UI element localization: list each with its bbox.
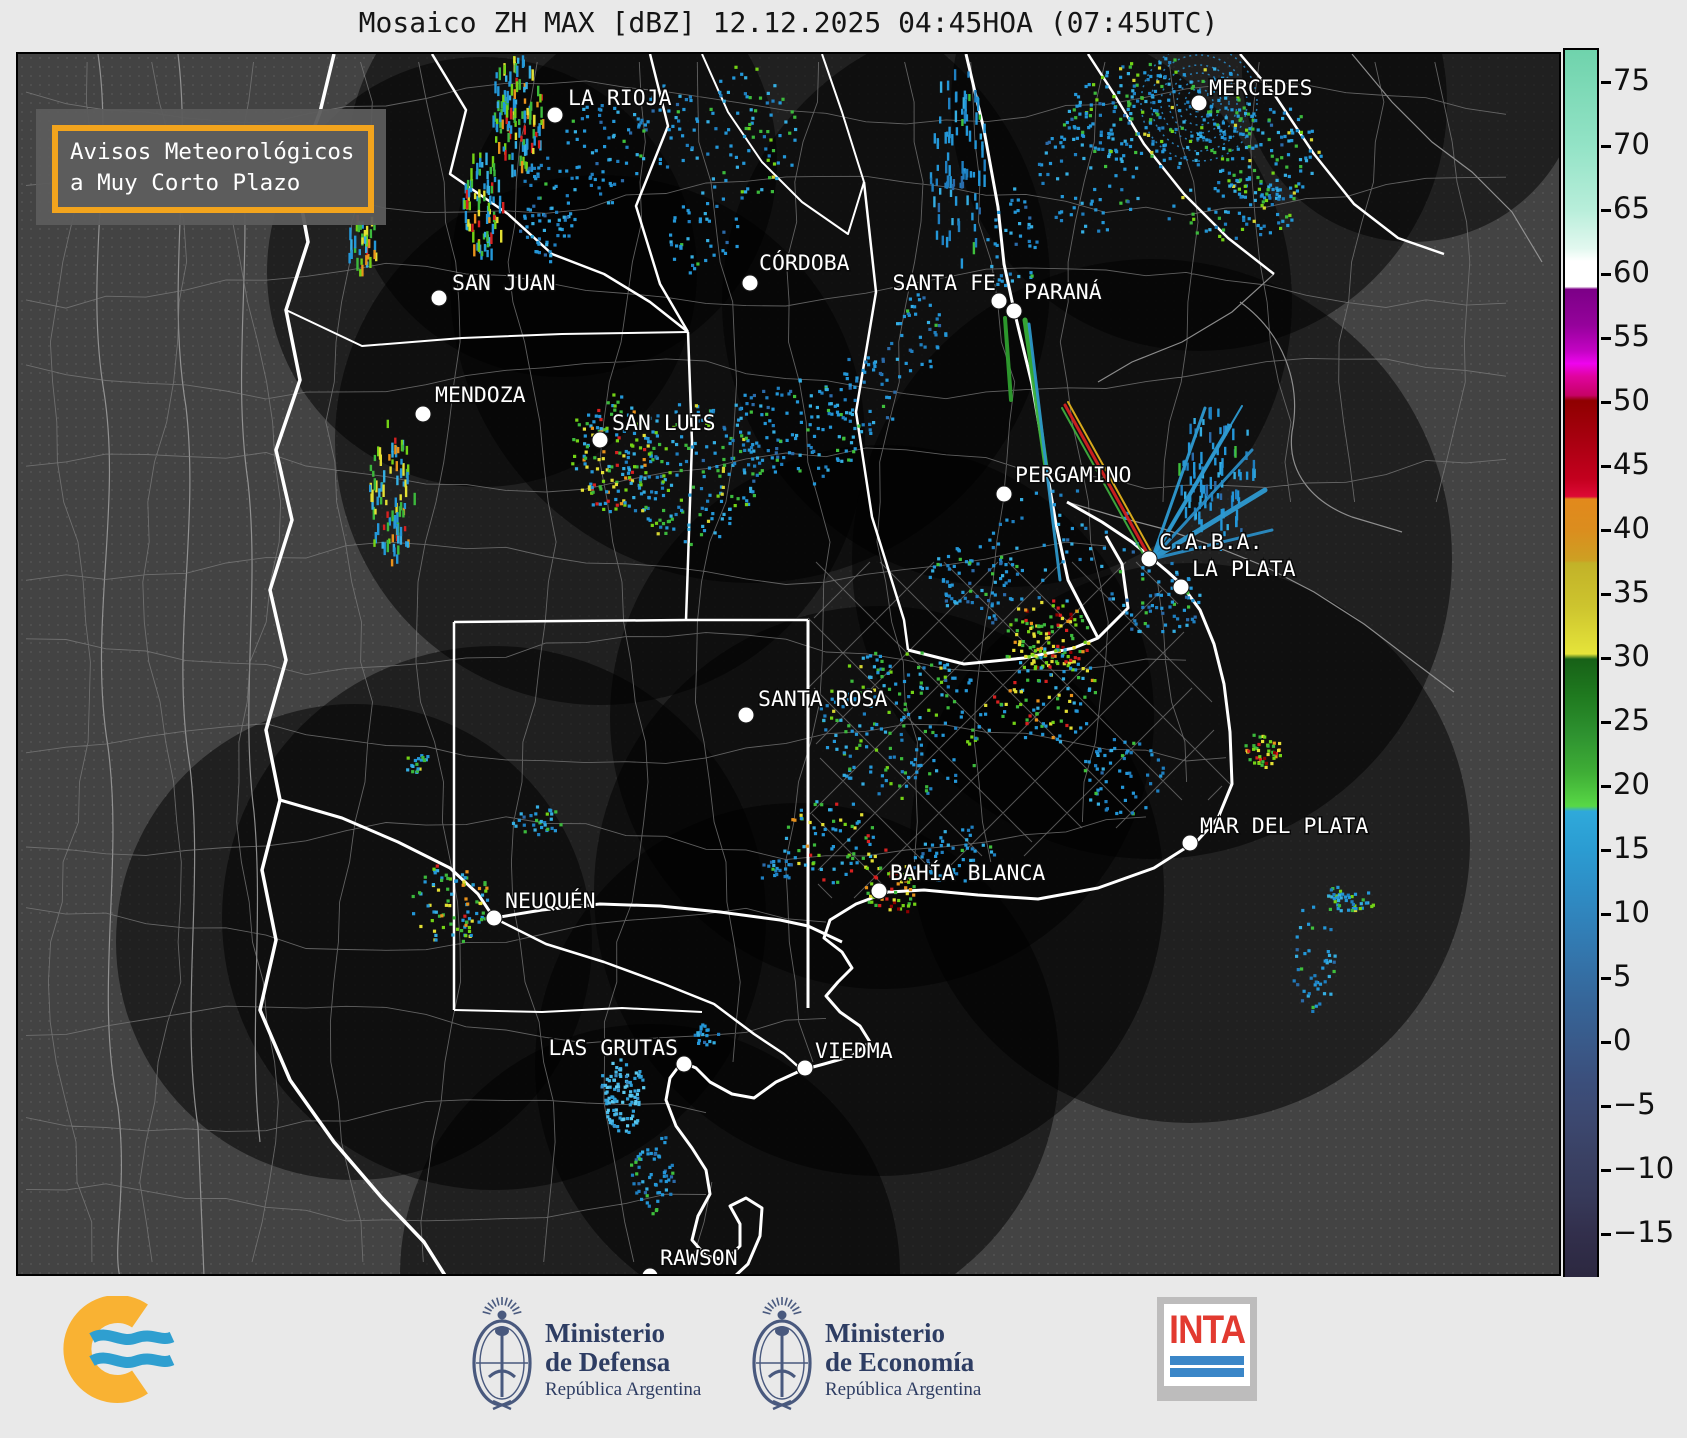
colorbar-tick-label: −10 [1613, 1151, 1675, 1185]
colorbar-tick-label: 75 [1613, 63, 1650, 97]
inta-logo: INTA [1157, 1297, 1257, 1401]
colorbar-tick-label: 0 [1613, 1023, 1632, 1057]
city-dot [414, 405, 432, 423]
warning-badge-line1: Avisos Meteorológicos [70, 139, 355, 165]
defensa-line1: Ministerio [545, 1318, 665, 1348]
colorbar-tick [1601, 977, 1611, 980]
city-label: SANTA ROSA [758, 687, 887, 712]
inta-bar-1 [1170, 1356, 1244, 1365]
city-dot [737, 706, 755, 724]
colorbar-tick [1601, 1233, 1611, 1236]
city-dot [796, 1059, 814, 1077]
smn-logo-icon [63, 1296, 175, 1403]
colorbar-tick [1601, 337, 1611, 340]
ministerio-defensa-label: Ministerio de Defensa República Argentin… [545, 1319, 701, 1403]
city-dot [430, 289, 448, 307]
economia-line3: República Argentina [825, 1379, 982, 1400]
city-label: SANTA FE [892, 271, 996, 296]
city-dot [546, 106, 564, 124]
coat-of-arms-economia-icon [752, 1297, 812, 1411]
colorbar-tick [1601, 721, 1611, 724]
defensa-line3: República Argentina [545, 1379, 702, 1400]
ministerio-economia-label: Ministerio de Economía República Argenti… [825, 1319, 981, 1403]
city-label: PERGAMINO [1015, 463, 1132, 488]
colorbar-tick [1601, 209, 1611, 212]
colorbar-tick-label: 40 [1613, 511, 1650, 545]
city-label: SAN JUAN [452, 271, 556, 296]
city-label: NEUQUÉN [505, 888, 596, 914]
defensa-line2: de Defensa [545, 1347, 671, 1377]
colorbar-tick-label: 20 [1613, 767, 1650, 801]
colorbar-tick-label: 45 [1613, 447, 1650, 481]
colorbar-tick-label: 60 [1613, 255, 1650, 289]
city-label: MENDOZA [435, 383, 526, 408]
city-dot [1190, 94, 1208, 112]
economia-line2: de Economía [825, 1347, 975, 1377]
colorbar-tick-label: 15 [1613, 831, 1650, 865]
city-dot [1172, 578, 1190, 596]
city-dot [591, 431, 609, 449]
colorbar-tick-label: 10 [1613, 895, 1650, 929]
colorbar-tick-label: 30 [1613, 639, 1650, 673]
city-label: SAN LUIS [612, 411, 716, 436]
colorbar-tick [1601, 1169, 1611, 1172]
city-dot [741, 274, 759, 292]
city-label: VIEDMA [815, 1039, 893, 1064]
city-dot [1140, 550, 1158, 568]
warning-badge: Avisos Meteorológicos a Muy Corto Plazo [36, 109, 387, 225]
colorbar-tick [1601, 785, 1611, 788]
colorbar-tick [1601, 145, 1611, 148]
colorbar-tick-label: 25 [1613, 703, 1650, 737]
warning-badge-frame: Avisos Meteorológicos a Muy Corto Plazo [52, 125, 375, 213]
footer: Servicio Meteorológico Nacional Argentin… [0, 1277, 1687, 1438]
coat-of-arms-defensa-icon [472, 1297, 532, 1411]
colorbar-tick [1601, 593, 1611, 596]
warning-badge-line2: a Muy Corto Plazo [70, 170, 301, 196]
page-title: Mosaico ZH MAX [dBZ] 12.12.2025 04:45HOA… [358, 6, 1219, 39]
city-label: CÓRDOBA [759, 250, 850, 276]
city-label: MERCEDES [1209, 76, 1313, 101]
colorbar-tick [1601, 1041, 1611, 1044]
inta-bar-2 [1170, 1368, 1244, 1377]
colorbar-tick-label: 55 [1613, 319, 1650, 353]
colorbar-tick [1601, 1105, 1611, 1108]
radar-map: MERCEDES LA RIOJA SAN JUAN CÓRDOBA SANTA FE P… [16, 52, 1561, 1276]
city-label: LA PLATA [1192, 557, 1296, 582]
city-dot [1005, 302, 1023, 320]
dbz-colorbar [1563, 48, 1611, 1279]
colorbar-tick [1601, 273, 1611, 276]
colorbar-tick [1601, 529, 1611, 532]
city-label: RAWSON [660, 1246, 738, 1271]
colorbar-tick [1601, 657, 1611, 660]
colorbar-tick [1601, 849, 1611, 852]
colorbar-tick-label: −15 [1613, 1215, 1675, 1249]
colorbar-tick [1601, 465, 1611, 468]
radar-map-canvas: MERCEDES LA RIOJA SAN JUAN CÓRDOBA SANTA FE P… [18, 54, 1559, 1274]
inta-wordmark: INTA [1169, 1308, 1246, 1352]
city-label: C.A.B.A. [1159, 530, 1263, 555]
colorbar-tick-label: 65 [1613, 191, 1650, 225]
city-label: LAS GRUTAS [549, 1036, 678, 1061]
city-label: BAHÍA BLANCA [890, 860, 1045, 886]
colorbar-tick-label: 50 [1613, 383, 1650, 417]
city-label: MAR DEL PLATA [1200, 814, 1368, 839]
inta-logo-frame: INTA [1164, 1304, 1250, 1386]
city-dot [995, 485, 1013, 503]
city-label: LA RIOJA [568, 86, 672, 111]
city-dot [870, 882, 888, 900]
colorbar-tick-label: 70 [1613, 127, 1650, 161]
city-dot [1181, 834, 1199, 852]
colorbar-tick [1601, 913, 1611, 916]
city-dot [675, 1055, 693, 1073]
economia-line1: Ministerio [825, 1318, 945, 1348]
colorbar-tick-label: 5 [1613, 959, 1632, 993]
colorbar-tick [1601, 81, 1611, 84]
city-dot [485, 909, 503, 927]
colorbar-tick-label: −5 [1613, 1087, 1656, 1121]
colorbar-tick-label: 35 [1613, 575, 1650, 609]
city-label: PARANÁ [1024, 279, 1102, 305]
radar-product-page: Mosaico ZH MAX [dBZ] 12.12.2025 04:45HOA… [0, 0, 1687, 1438]
colorbar-tick [1601, 401, 1611, 404]
